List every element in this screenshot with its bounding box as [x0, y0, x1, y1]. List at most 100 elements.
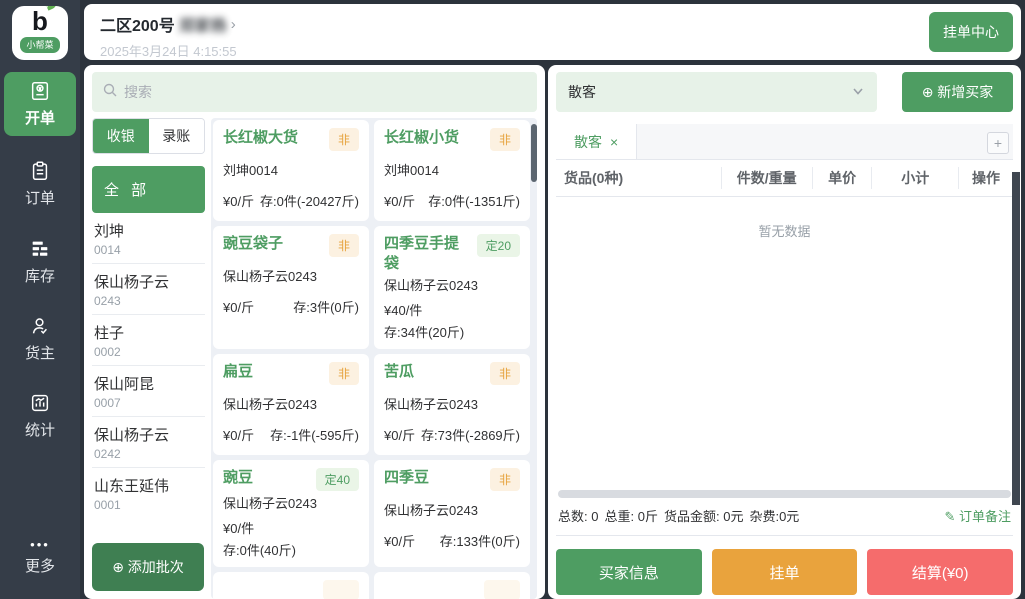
- app-logo[interactable]: b 小帮菜: [12, 6, 68, 60]
- product-card[interactable]: 长红椒大货 非 刘坤0014 ¥0/斤 存:0件(-20427斤): [213, 120, 369, 221]
- product-name: 长红椒大货: [223, 128, 323, 148]
- product-badge: 非: [490, 128, 520, 151]
- product-owner: 保山杨子云0243: [223, 266, 359, 285]
- order-tab-sanke[interactable]: 散客 ×: [556, 124, 637, 159]
- sidebar-item-tongji[interactable]: 统计: [4, 392, 76, 440]
- mode-tabs: 收银 录账: [92, 118, 205, 154]
- product-card-partial[interactable]: [374, 572, 530, 599]
- chevron-right-icon: ›: [231, 16, 236, 33]
- batch-name: 保山杨子云: [94, 424, 203, 445]
- product-card[interactable]: 苦瓜 非 保山杨子云0243 ¥0/斤 存:73件(-2869斤): [374, 354, 530, 455]
- batch-item[interactable]: 保山阿昆 0007: [92, 366, 205, 417]
- order-panel: 散客 ⊕ 新增买家 散客 × + 货品(0种) 件数/重量 单价 小计 操作 暂…: [548, 65, 1021, 599]
- batch-item[interactable]: 保山杨子云 0243: [92, 264, 205, 315]
- product-badge: 非: [490, 468, 520, 491]
- close-icon[interactable]: ×: [610, 134, 618, 150]
- batch-code: 0007: [94, 396, 203, 410]
- order-table-vscrollbar[interactable]: [1012, 172, 1020, 505]
- product-badge: 非: [329, 128, 359, 151]
- summary-value: 0元: [723, 509, 743, 524]
- product-stock: 存:3件(0斤): [293, 297, 359, 316]
- sidebar-item-more[interactable]: ••• 更多: [4, 540, 76, 576]
- sidebar-item-huozhu[interactable]: 货主: [4, 315, 76, 363]
- product-stock: 存:-1件(-595斤): [270, 425, 359, 444]
- summary-label: 总数:: [558, 509, 588, 524]
- col-subtotal: 小计: [871, 167, 958, 189]
- product-owner: 保山杨子云0243: [384, 394, 520, 413]
- product-badge: 定40: [316, 468, 359, 491]
- sidebar-item-kaidan[interactable]: 开单: [4, 72, 76, 136]
- hang-order-button[interactable]: 挂单: [712, 549, 858, 595]
- product-card[interactable]: 扁豆 非 保山杨子云0243 ¥0/斤 存:-1件(-595斤): [213, 354, 369, 455]
- search-input[interactable]: [124, 84, 527, 100]
- search-box[interactable]: [92, 72, 537, 112]
- inventory-icon: [29, 238, 51, 260]
- add-batch-button[interactable]: ⊕ 添加批次: [92, 543, 204, 591]
- stall-title[interactable]: 二区200号 郑家杨 ›: [100, 12, 1013, 36]
- product-badge: 非: [329, 362, 359, 385]
- col-unit-price: 单价: [812, 167, 871, 189]
- product-stock: 存:34件(20斤): [384, 322, 520, 341]
- col-qty-weight: 件数/重量: [721, 167, 812, 189]
- product-price: ¥40/件: [384, 300, 520, 319]
- product-badge: [323, 580, 359, 599]
- buyer-info-button[interactable]: 买家信息: [556, 549, 702, 595]
- product-name: 豌豆袋子: [223, 234, 323, 254]
- batch-column: 收银 录账 全 部 刘坤 0014 保山杨子云 0243 柱子 0002: [92, 118, 205, 599]
- batch-name: 刘坤: [94, 220, 203, 241]
- app-name: 小帮菜: [20, 37, 59, 53]
- tab-cashier[interactable]: 收银: [93, 119, 149, 153]
- order-table-header: 货品(0种) 件数/重量 单价 小计 操作: [556, 160, 1013, 197]
- order-icon: [29, 160, 51, 182]
- tab-bookkeeping[interactable]: 录账: [149, 119, 205, 153]
- batch-item[interactable]: 刘坤 0014: [92, 213, 205, 264]
- product-stock: 存:133件(0斤): [440, 531, 520, 550]
- buyer-select[interactable]: 散客: [556, 72, 877, 112]
- product-badge: 定20: [477, 234, 520, 257]
- product-price: ¥0/件: [223, 518, 359, 537]
- product-price: ¥0/斤: [384, 191, 415, 210]
- batch-item[interactable]: 山东王延伟 0001: [92, 468, 205, 518]
- sidebar-item-dingdan[interactable]: 订单: [4, 160, 76, 208]
- settle-button[interactable]: 结算(¥0): [867, 549, 1013, 595]
- batch-code: 0001: [94, 498, 203, 512]
- order-summary: 总数: 0 总重: 0斤 货品金额: 0元 杂费:0元 ✎ 订单备注: [556, 506, 1013, 536]
- product-card[interactable]: 长红椒小货 非 刘坤0014 ¥0/斤 存:0件(-1351斤): [374, 120, 530, 221]
- product-card[interactable]: 四季豆手提袋 定20 保山杨子云0243 ¥40/件 存:34件(20斤): [374, 226, 530, 349]
- product-price: ¥0/斤: [384, 531, 415, 550]
- batch-name: 保山阿昆: [94, 373, 203, 394]
- batch-name: 保山杨子云: [94, 271, 203, 292]
- owner-icon: [29, 315, 51, 337]
- order-remark-link[interactable]: ✎ 订单备注: [944, 506, 1011, 525]
- product-name: 四季豆手提袋: [384, 234, 471, 273]
- product-card[interactable]: 豌豆袋子 非 保山杨子云0243 ¥0/斤 存:3件(0斤): [213, 226, 369, 349]
- logo-letter: b: [32, 6, 48, 36]
- sidebar-item-kucun[interactable]: 库存: [4, 238, 76, 286]
- product-stock: 存:0件(40斤): [223, 540, 359, 559]
- product-card-partial[interactable]: [213, 572, 369, 599]
- top-header: 二区200号 郑家杨 › 2025年3月24日 4:15:55 挂单中心: [84, 4, 1021, 60]
- batch-item-all[interactable]: 全 部: [92, 166, 205, 213]
- sidebar: b 小帮菜 开单 订单: [0, 0, 80, 599]
- search-icon: [102, 82, 118, 103]
- catalog-panel: 收银 录账 全 部 刘坤 0014 保山杨子云 0243 柱子 0002: [84, 65, 545, 599]
- sidebar-item-label: 库存: [25, 265, 55, 286]
- order-table-hscrollbar[interactable]: [558, 490, 1011, 498]
- product-owner: 保山杨子云0243: [223, 394, 359, 413]
- product-name: 豌豆: [223, 468, 310, 488]
- batch-item[interactable]: 保山杨子云 0242: [92, 417, 205, 468]
- product-badge: 非: [329, 234, 359, 257]
- product-card[interactable]: 豌豆 定40 保山杨子云0243 ¥0/件 存:0件(40斤): [213, 460, 369, 567]
- product-card[interactable]: 四季豆 非 保山杨子云0243 ¥0/斤 存:133件(0斤): [374, 460, 530, 567]
- product-owner: 保山杨子云0243: [384, 500, 520, 519]
- product-stock: 存:73件(-2869斤): [421, 425, 520, 444]
- sidebar-item-label: 货主: [25, 342, 55, 363]
- order-tab-bar: 散客 × +: [556, 124, 1013, 160]
- pending-center-button[interactable]: 挂单中心: [929, 12, 1013, 52]
- add-buyer-button[interactable]: ⊕ 新增买家: [902, 72, 1013, 112]
- product-grid-scrollbar[interactable]: [531, 124, 537, 182]
- add-tab-button[interactable]: +: [987, 132, 1009, 154]
- product-owner: 保山杨子云0243: [223, 493, 359, 512]
- summary-value: 0元: [779, 509, 799, 524]
- batch-item[interactable]: 柱子 0002: [92, 315, 205, 366]
